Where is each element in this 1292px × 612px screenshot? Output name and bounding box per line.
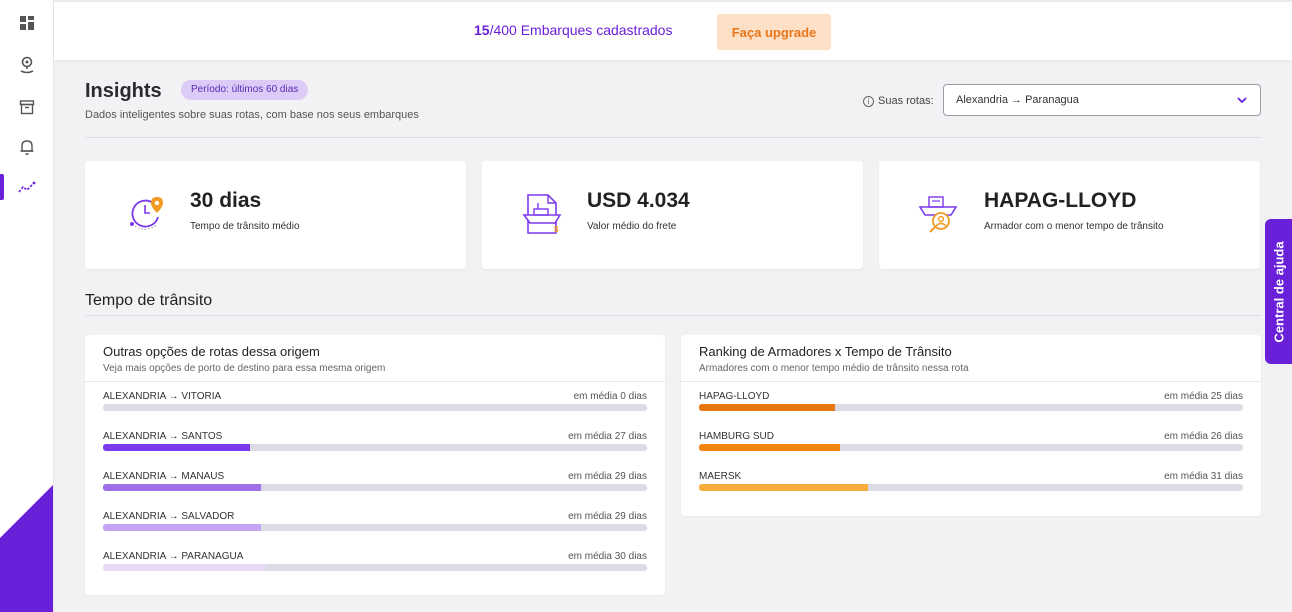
bar-row: ALEXANDRIA → SALVADOR em média 29 dias <box>103 511 647 535</box>
page-subtitle: Dados inteligentes sobre suas rotas, com… <box>85 109 419 121</box>
sidebar-decoration <box>0 485 53 612</box>
bar-value-label: em média 0 dias <box>573 391 647 402</box>
shipment-count: 15/400 Embarques cadastrados <box>474 22 672 38</box>
bar-fill <box>699 444 841 451</box>
bar-label: ALEXANDRIA → PARANAGUA <box>103 551 244 562</box>
card-divider <box>85 381 665 382</box>
stat-value: USD 4.034 <box>587 189 690 212</box>
bar-row: MAERSK em média 31 dias <box>699 471 1243 495</box>
card-subtitle: Armadores com o menor tempo médio de trâ… <box>699 363 969 374</box>
bar-track <box>699 484 1243 491</box>
sidebar-item-archive[interactable] <box>0 90 53 124</box>
ship-invoice-icon: $ <box>522 194 562 234</box>
info-icon: i <box>863 95 874 107</box>
header-divider <box>85 137 1261 138</box>
sidebar-item-dashboard[interactable] <box>0 6 53 40</box>
bar-label: HAMBURG SUD <box>699 431 775 442</box>
bar-fill <box>699 484 868 491</box>
bell-icon <box>20 140 34 155</box>
bar-fill <box>699 404 835 411</box>
bar-track <box>103 484 647 491</box>
stat-card-freight-value: $ USD 4.034 Valor médio do frete <box>482 161 863 269</box>
bar-row: ALEXANDRIA → PARANAGUA em média 30 dias <box>103 551 647 575</box>
page-title: Insights <box>85 80 162 102</box>
ranking-card: Ranking de Armadores x Tempo de Trânsito… <box>681 335 1261 516</box>
location-pin-icon <box>20 56 34 74</box>
section-title: Tempo de trânsito <box>85 292 213 309</box>
card-title: Ranking de Armadores x Tempo de Trânsito <box>699 344 952 359</box>
clock-pin-icon <box>130 197 163 230</box>
card-divider <box>681 381 1261 382</box>
carrier-search-icon <box>918 196 958 233</box>
card-subtitle: Veja mais opções de porto de destino par… <box>103 363 386 374</box>
period-badge: Período: últimos 60 dias <box>181 80 309 100</box>
route-select[interactable]: Alexandria → Paranagua <box>943 84 1261 116</box>
bar-fill <box>103 444 250 451</box>
bar-value-label: em média 26 dias <box>1164 431 1243 442</box>
bar-label: HAPAG-LLOYD <box>699 391 770 402</box>
bar-label: MAERSK <box>699 471 742 482</box>
bar-fill <box>103 564 267 571</box>
bar-row: ALEXANDRIA → SANTOS em média 27 dias <box>103 431 647 455</box>
section-divider <box>85 315 1261 316</box>
shipment-count-label: /400 Embarques cadastrados <box>489 22 673 38</box>
stat-label: Valor médio do frete <box>587 221 677 232</box>
bar-track <box>699 404 1243 411</box>
archive-box-icon <box>19 100 35 115</box>
sidebar-item-locations[interactable] <box>0 48 53 82</box>
shipment-count-current: 15 <box>474 22 490 38</box>
bar-track <box>103 564 647 571</box>
card-title: Outras opções de rotas dessa origem <box>103 344 320 359</box>
svg-text:$: $ <box>554 225 559 234</box>
bar-label: ALEXANDRIA → SALVADOR <box>103 511 235 522</box>
bar-value-label: em média 29 dias <box>568 471 647 482</box>
bar-label: ALEXANDRIA → VITORIA <box>103 391 222 402</box>
stat-label: Armador com o menor tempo de trânsito <box>984 221 1164 232</box>
bar-value-label: em média 29 dias <box>568 511 647 522</box>
bar-value-label: em média 30 dias <box>568 551 647 562</box>
stat-card-transit-time: 30 dias Tempo de trânsito médio <box>85 161 466 269</box>
stat-card-best-carrier: HAPAG-LLOYD Armador com o menor tempo de… <box>879 161 1260 269</box>
help-center-label: Central de ajuda <box>1271 240 1286 343</box>
bar-value-label: em média 31 dias <box>1164 471 1243 482</box>
bar-track <box>103 444 647 451</box>
bar-row: HAPAG-LLOYD em média 25 dias <box>699 391 1243 415</box>
dashboard-grid-icon <box>20 16 34 30</box>
routes-label: i Suas rotas: <box>863 95 934 107</box>
bar-value-label: em média 25 dias <box>1164 391 1243 402</box>
sidebar-item-notifications[interactable] <box>0 130 53 164</box>
sidebar-item-insights[interactable] <box>0 170 53 204</box>
bar-track <box>103 404 647 411</box>
bar-track <box>103 524 647 531</box>
bar-row: ALEXANDRIA → MANAUS em média 29 dias <box>103 471 647 495</box>
stat-value: 30 dias <box>190 189 262 212</box>
sidebar <box>0 0 54 612</box>
upgrade-button[interactable]: Faça upgrade <box>717 14 831 50</box>
routes-card: Outras opções de rotas dessa origem Veja… <box>85 335 665 595</box>
insights-chart-icon <box>18 181 36 193</box>
bar-fill <box>103 484 261 491</box>
help-center-tab[interactable]: Central de ajuda <box>1265 219 1292 364</box>
bar-track <box>699 444 1243 451</box>
bar-label: ALEXANDRIA → MANAUS <box>103 471 225 482</box>
bar-label: ALEXANDRIA → SANTOS <box>103 431 223 442</box>
routes-label-text: Suas rotas: <box>878 95 934 107</box>
stat-value: HAPAG-LLOYD <box>984 189 1137 212</box>
bar-value-label: em média 27 dias <box>568 431 647 442</box>
stat-label: Tempo de trânsito médio <box>190 221 300 232</box>
route-select-value: Alexandria → Paranagua <box>956 94 1079 106</box>
bar-fill <box>103 524 261 531</box>
chevron-down-icon <box>1237 97 1247 104</box>
bar-row: ALEXANDRIA → VITORIA em média 0 dias <box>103 391 647 415</box>
bar-row: HAMBURG SUD em média 26 dias <box>699 431 1243 455</box>
top-bar: 15/400 Embarques cadastrados Faça upgrad… <box>54 0 1292 60</box>
